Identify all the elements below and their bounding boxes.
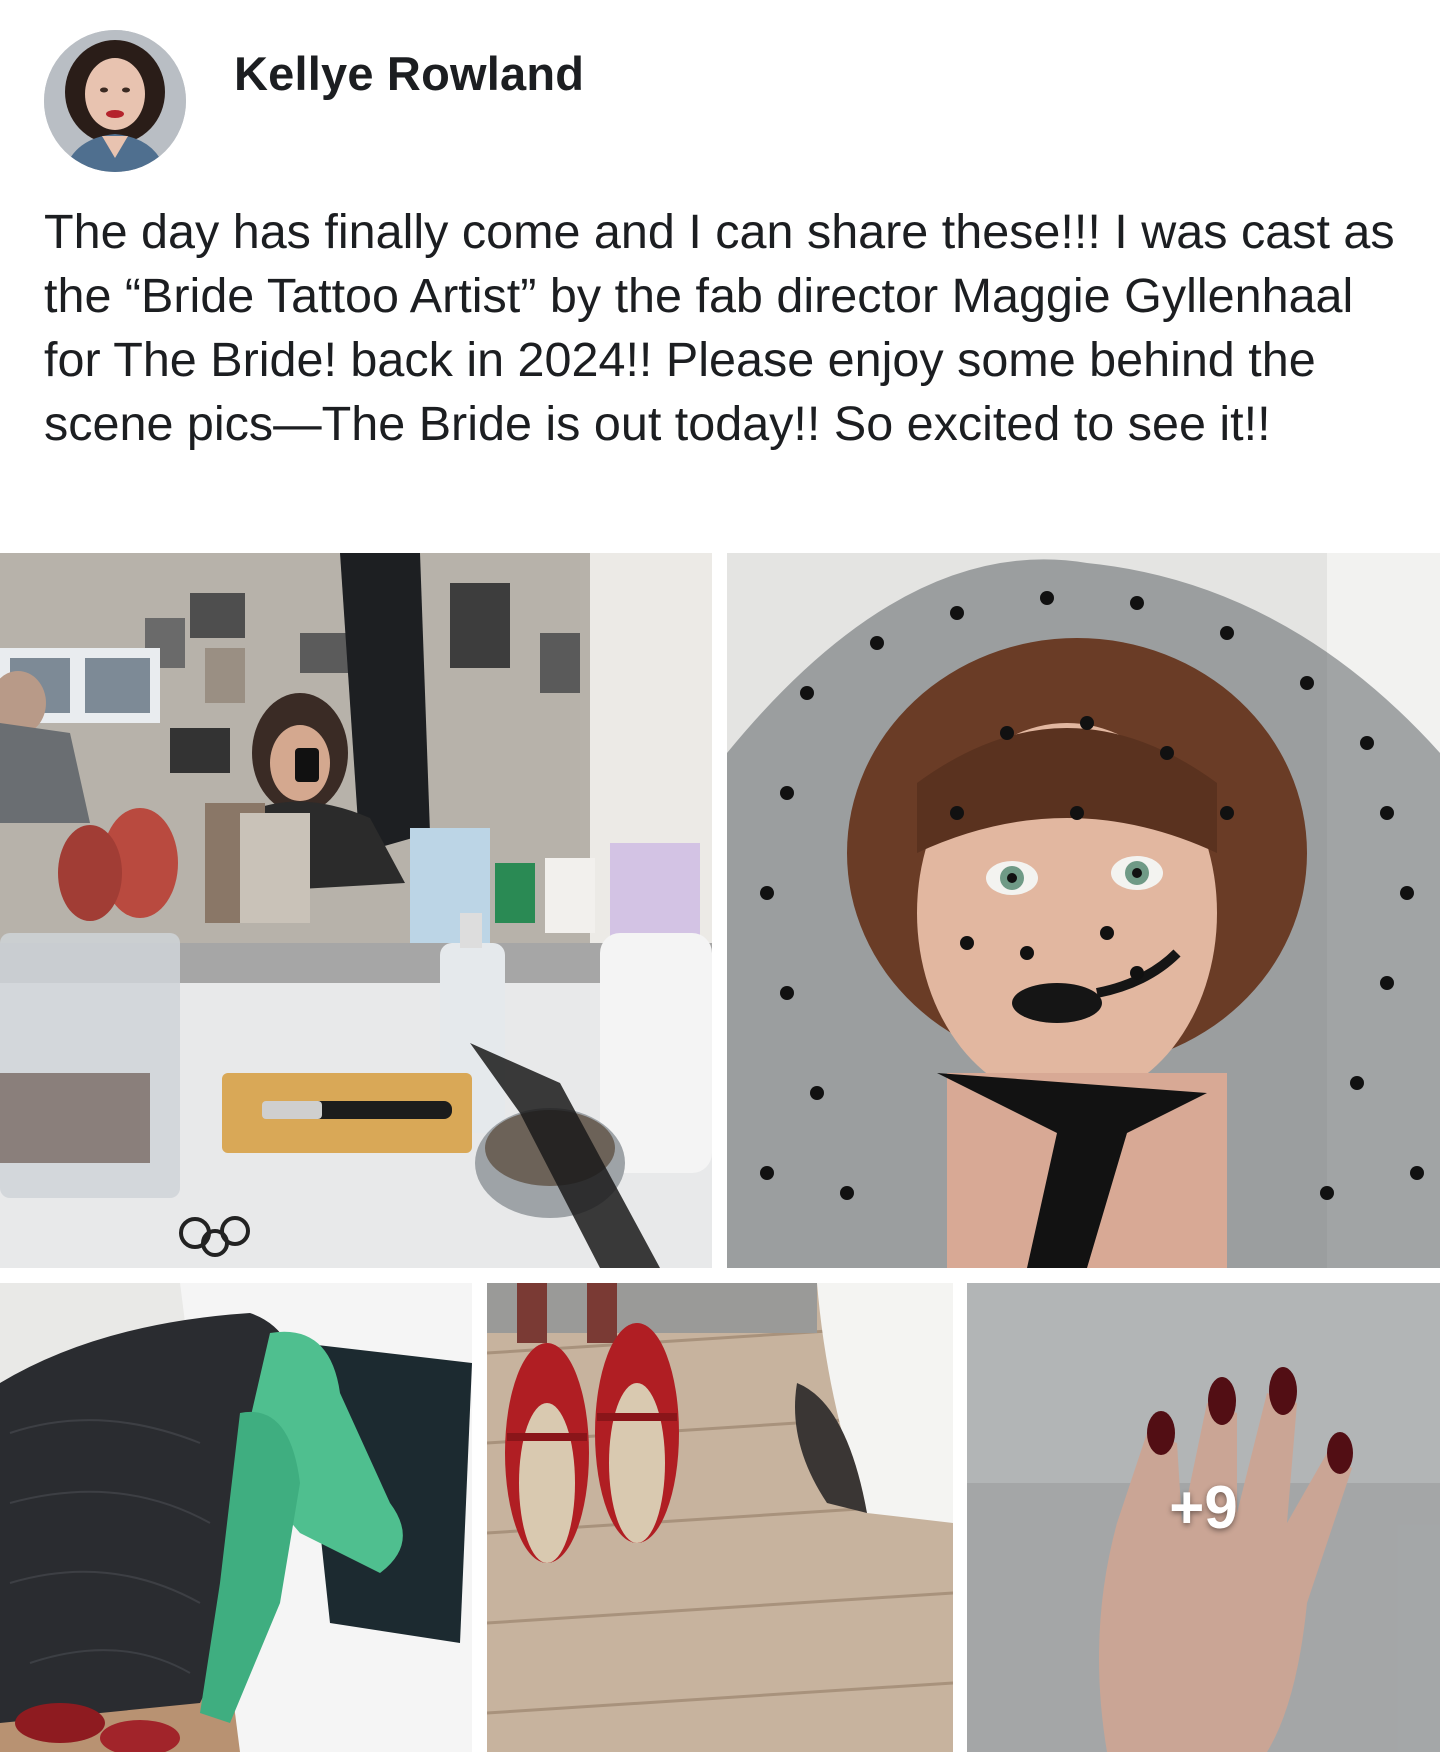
more-photos-count: +9 <box>1169 1474 1238 1541</box>
author-name[interactable]: Kellye Rowland <box>234 46 584 101</box>
photo-red-shoes[interactable] <box>487 1283 953 1752</box>
post-header: Kellye Rowland <box>44 30 584 180</box>
more-photos-overlay[interactable]: +9 <box>967 1283 1440 1752</box>
photo-nails-more[interactable]: +9 <box>967 1283 1440 1752</box>
post-text: The day has finally come and I can share… <box>44 205 1409 451</box>
photo-makeup-station[interactable] <box>0 553 712 1268</box>
avatar[interactable] <box>44 30 186 172</box>
photo-veil-and-gloves[interactable] <box>0 1283 472 1752</box>
photo-veil-selfie[interactable] <box>727 553 1440 1268</box>
